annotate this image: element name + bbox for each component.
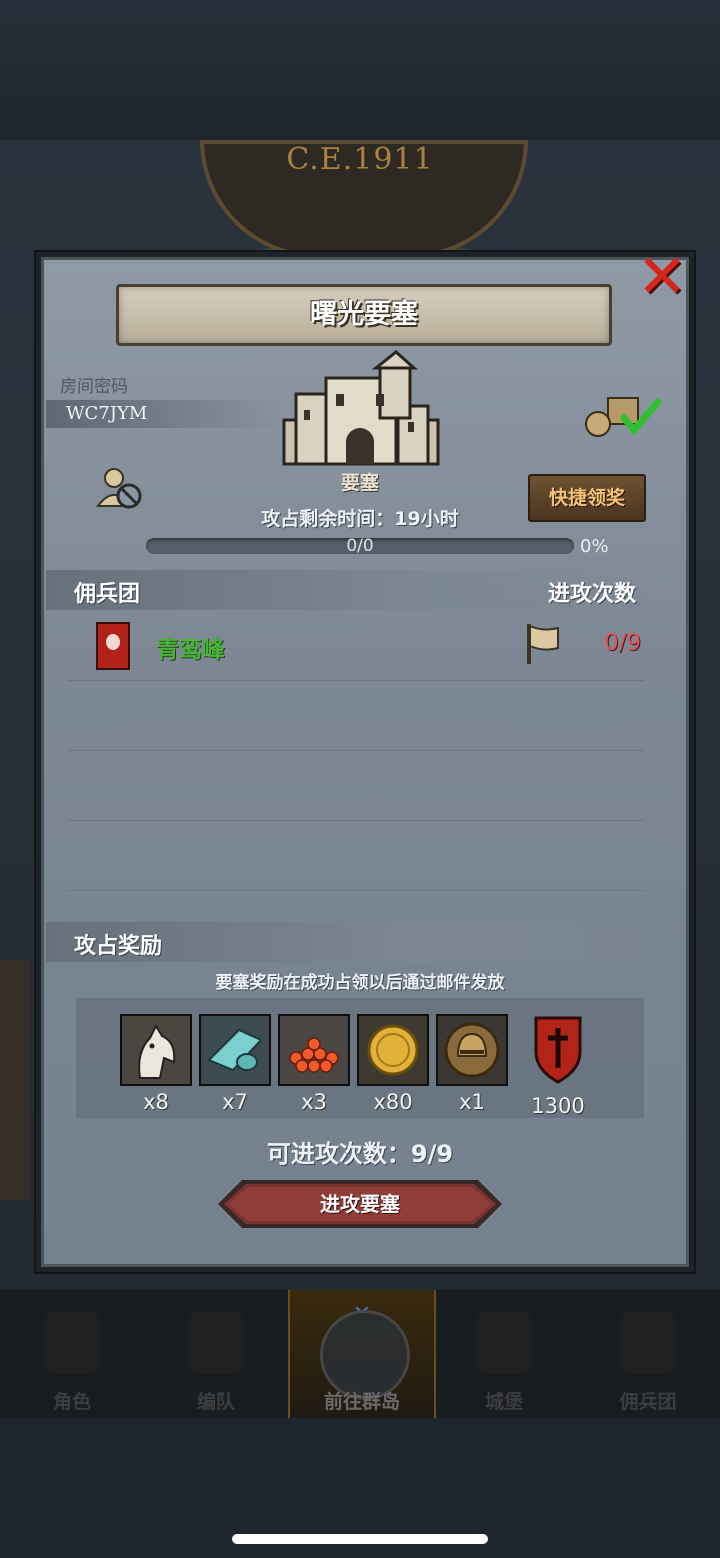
guild-banner-icon: [96, 622, 130, 670]
reward-qty: x80: [373, 1090, 413, 1114]
nav-label: 城堡: [484, 1391, 523, 1413]
top-status-area: [0, 0, 720, 140]
nav-item-islands[interactable]: ⌄ 前往群岛: [288, 1288, 436, 1418]
ship-icon: [620, 1312, 676, 1374]
progress-percent: 0%: [580, 536, 609, 557]
reward-item[interactable]: 1300: [522, 1014, 594, 1118]
list-divider: [68, 820, 644, 821]
remaining-time: 攻占剩余时间：19小时: [261, 508, 459, 530]
nav-item-character[interactable]: 角色: [0, 1290, 144, 1418]
attack-fortress-button[interactable]: 进攻要塞: [218, 1178, 502, 1230]
berries-icon: [278, 1014, 350, 1086]
mercenary-header: 佣兵团: [74, 582, 141, 607]
attack-fortress-label: 进攻要塞: [320, 1192, 400, 1216]
reward-item[interactable]: x80: [357, 1014, 429, 1114]
castle-icon: [476, 1312, 532, 1374]
bottom-nav: 角色 编队 ⌄ 前往群岛 城堡 佣兵团: [0, 1288, 720, 1418]
list-divider: [68, 680, 644, 681]
cloth-icon: [199, 1014, 271, 1086]
mercenary-attack-count: 0/9: [604, 630, 642, 656]
reward-item[interactable]: x7: [199, 1014, 271, 1114]
page-title: 曙光要塞: [310, 299, 418, 330]
red-shield-icon: [534, 1016, 582, 1084]
side-decoration: [0, 960, 30, 1200]
reward-item[interactable]: x3: [278, 1014, 350, 1114]
reward-qty: x7: [222, 1090, 248, 1114]
attack-count-header: 进攻次数: [548, 582, 637, 607]
fortress-icon: [282, 350, 440, 466]
mercenary-name[interactable]: 青鸾峰: [156, 630, 225, 664]
reward-qty: x1: [459, 1090, 485, 1114]
progress-text: 0/0: [346, 536, 374, 556]
room-label: 房间密码: [60, 377, 128, 397]
flag-icon: [527, 624, 559, 664]
title-banner: 曙光要塞: [116, 284, 612, 346]
nav-label: 角色: [52, 1391, 91, 1413]
nav-item-castle[interactable]: 城堡: [432, 1290, 576, 1418]
nav-label: 编队: [196, 1391, 235, 1413]
helmet-icon: [436, 1014, 508, 1086]
remaining-attempts: 可进攻次数：9/9: [266, 1140, 454, 1168]
helmet-icon: [188, 1312, 244, 1374]
home-indicator[interactable]: [232, 1534, 488, 1544]
reward-qty: x8: [143, 1090, 169, 1114]
rewards-note: 要塞奖励在成功占领以后通过邮件发放: [215, 973, 505, 993]
horse-icon: [120, 1014, 192, 1086]
nav-item-formation[interactable]: 编队: [144, 1290, 288, 1418]
reward-item[interactable]: x1: [436, 1014, 508, 1114]
nav-label: 前往群岛: [323, 1391, 400, 1413]
close-icon[interactable]: ✕: [636, 247, 688, 307]
fortress-label: 要塞: [340, 472, 379, 494]
list-divider: [68, 890, 644, 891]
room-code[interactable]: WC7JYM: [66, 403, 147, 424]
gold-coin-icon: [357, 1014, 429, 1086]
era-text: C.E.1911: [286, 142, 434, 177]
list-divider: [68, 750, 644, 751]
reward-item[interactable]: x8: [120, 1014, 192, 1114]
rewards-header: 攻占奖励: [74, 934, 163, 959]
nav-item-mercenary[interactable]: 佣兵团: [576, 1290, 720, 1418]
loot-claimed-icon[interactable]: [584, 392, 664, 438]
reward-qty: x3: [301, 1090, 327, 1114]
reward-qty: 1300: [531, 1094, 585, 1118]
knight-icon: [44, 1312, 100, 1374]
nav-label: 佣兵团: [619, 1391, 677, 1413]
user-blocked-icon[interactable]: [96, 466, 144, 510]
